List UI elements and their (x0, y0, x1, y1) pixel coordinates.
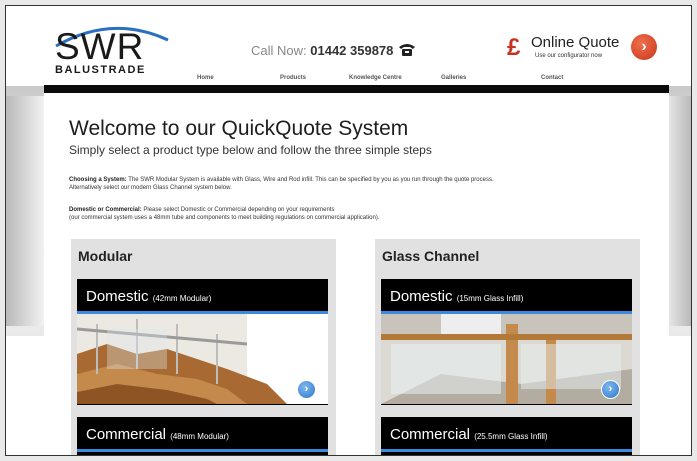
card-title-sub: (42mm Modular) (152, 294, 212, 303)
card-title-main: Commercial (86, 426, 167, 443)
main-content: Welcome to our QuickQuote System Simply … (44, 93, 669, 455)
arrow-right-icon: › (601, 380, 620, 399)
phone-number: 01442 359878 (310, 43, 394, 58)
card-title: Domestic (42mm Modular) (86, 288, 211, 305)
arrow-right-icon: › (297, 380, 316, 399)
card-title-sub: (15mm Glass Infill) (456, 294, 524, 303)
card-stripe (381, 449, 632, 452)
page-frame: SWR BALUSTRADE Call Now: 01442 359878 £ … (5, 5, 692, 456)
nav-contact[interactable]: Contact (541, 75, 563, 81)
arrow-right-icon: › (631, 34, 657, 60)
glass-commercial-card[interactable]: Commercial (25.5mm Glass Infill) (381, 417, 632, 455)
page-title: Welcome to our QuickQuote System (69, 117, 409, 140)
card-title: Commercial (25.5mm Glass Infill) (390, 426, 548, 443)
modular-commercial-card[interactable]: Commercial (48mm Modular) (77, 417, 328, 455)
card-title: Domestic (15mm Glass Infill) (390, 288, 523, 305)
site-header: SWR BALUSTRADE Call Now: 01442 359878 £ … (44, 6, 669, 90)
card-title-main: Commercial (390, 426, 471, 443)
choosing-body: The SWR Modular System is available with… (128, 177, 494, 183)
nav-products[interactable]: Products (280, 75, 306, 81)
card-stripe (77, 449, 328, 452)
glass-channel-title: Glass Channel (382, 248, 480, 264)
modular-panel: Modular Domestic (42mm Modular) › Commer… (71, 239, 336, 455)
staircase-image (77, 314, 328, 404)
card-title-main: Domestic (86, 288, 149, 305)
pound-icon: £ (507, 34, 521, 61)
glass-domestic-card[interactable]: Domestic (15mm Glass Infill) › (381, 279, 632, 405)
card-title-main: Domestic (390, 288, 453, 305)
nav-home[interactable]: Home (197, 75, 214, 81)
domcom-label: Domestic or Commercial: (69, 207, 142, 213)
call-now: Call Now: 01442 359878 (251, 43, 393, 58)
card-title-sub: (25.5mm Glass Infill) (474, 432, 548, 441)
phone-icon (399, 44, 415, 56)
card-title-sub: (48mm Modular) (170, 432, 229, 441)
choosing-body-2: Alternatively select our modern Glass Ch… (69, 185, 232, 191)
modular-title: Modular (78, 248, 133, 264)
nav-galleries[interactable]: Galleries (441, 75, 466, 81)
domestic-commercial-text: Domestic or Commercial: Please select Do… (69, 206, 649, 222)
call-prefix: Call Now: (251, 43, 307, 58)
online-quote-button[interactable]: £ Online Quote Use our configurator now … (507, 32, 657, 64)
domcom-body: Please select Domestic or Commercial dep… (143, 207, 335, 213)
domcom-body-2: (our commercial system uses a 48mm tube … (69, 215, 380, 221)
header-divider (44, 85, 669, 93)
card-title: Commercial (48mm Modular) (86, 426, 229, 443)
online-quote-subtitle: Use our configurator now (535, 53, 603, 59)
logo[interactable]: SWR (55, 26, 144, 68)
glass-channel-panel: Glass Channel Domestic (15mm Glass Infil… (375, 239, 640, 455)
modular-domestic-card[interactable]: Domestic (42mm Modular) › (77, 279, 328, 405)
choosing-system-text: Choosing a System: The SWR Modular Syste… (69, 176, 649, 192)
online-quote-title: Online Quote (531, 34, 620, 51)
choosing-label: Choosing a System: (69, 177, 127, 183)
glass-balustrade-image (381, 314, 632, 404)
background-shadow-left (6, 96, 46, 326)
nav-knowledge-centre[interactable]: Knowledge Centre (349, 75, 402, 81)
page-subtitle: Simply select a product type below and f… (69, 143, 432, 157)
